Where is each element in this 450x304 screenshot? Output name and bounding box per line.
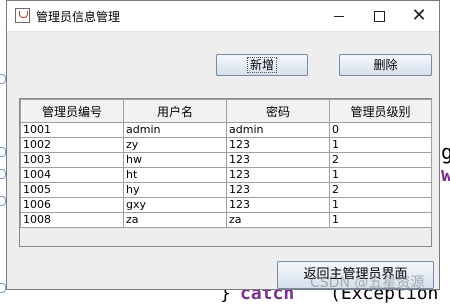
cell-password[interactable]: 123 xyxy=(226,197,330,213)
cell-username[interactable]: gxy xyxy=(123,197,227,213)
cell-username[interactable]: za xyxy=(123,212,227,228)
cell-username[interactable]: hy xyxy=(123,182,227,198)
cell-admin-id[interactable]: 1008 xyxy=(20,212,124,228)
cell-password[interactable]: za xyxy=(226,212,330,228)
window-title: 管理员信息管理 xyxy=(36,10,121,24)
cell-password[interactable]: 123 xyxy=(226,167,330,183)
table-row[interactable]: 1003 hw 123 2 xyxy=(20,152,432,168)
add-button-label: 新增 xyxy=(246,57,277,73)
cell-admin-level[interactable]: 1 xyxy=(329,137,432,153)
cell-admin-level[interactable]: 2 xyxy=(329,182,432,198)
column-header-admin-level[interactable]: 管理员级别 xyxy=(329,99,432,123)
maximize-icon[interactable] xyxy=(359,1,399,31)
close-icon[interactable]: ✕ xyxy=(399,1,439,31)
admin-table: 管理员编号 用户名 密码 管理员级别 1001 admin admin 0 10… xyxy=(20,99,432,228)
cell-admin-level[interactable]: 1 xyxy=(329,197,432,213)
table-header-row: 管理员编号 用户名 密码 管理员级别 xyxy=(20,99,432,123)
cell-password[interactable]: 123 xyxy=(226,182,330,198)
cell-password[interactable]: admin xyxy=(226,122,330,138)
cell-admin-id[interactable]: 1001 xyxy=(20,122,124,138)
cell-username[interactable]: hw xyxy=(123,152,227,168)
minimize-icon[interactable] xyxy=(319,1,359,31)
table-row[interactable]: 1004 ht 123 1 xyxy=(20,167,432,183)
cell-admin-id[interactable]: 1006 xyxy=(20,197,124,213)
table-row[interactable]: 1002 zy 123 1 xyxy=(20,137,432,153)
cell-admin-id[interactable]: 1004 xyxy=(20,167,124,183)
cell-admin-id[interactable]: 1005 xyxy=(20,182,124,198)
background-code-g: g xyxy=(441,140,450,164)
delete-button[interactable]: 删除 xyxy=(339,54,432,76)
table-row[interactable]: 1005 hy 123 2 xyxy=(20,182,432,198)
cell-username[interactable]: ht xyxy=(123,167,227,183)
delete-button-label: 删除 xyxy=(373,58,398,72)
column-header-password[interactable]: 密码 xyxy=(226,99,330,123)
java-cup-icon xyxy=(15,8,30,23)
watermark: CSDN @五星资源 xyxy=(310,275,425,291)
cell-admin-level[interactable]: 1 xyxy=(329,167,432,183)
title-bar[interactable]: 管理员信息管理 ✕ xyxy=(7,1,439,32)
add-button[interactable]: 新增 xyxy=(216,54,308,76)
admin-management-window: 管理员信息管理 ✕ 新增 删除 管理员编号 用户名 密码 管理员级别 1001 … xyxy=(6,0,440,290)
cell-admin-level[interactable]: 0 xyxy=(329,122,432,138)
table-row[interactable]: 1008 za za 1 xyxy=(20,212,432,228)
cell-admin-level[interactable]: 2 xyxy=(329,152,432,168)
table-row[interactable]: 1001 admin admin 0 xyxy=(20,122,432,138)
column-header-admin-id[interactable]: 管理员编号 xyxy=(20,99,124,123)
cell-username[interactable]: admin xyxy=(123,122,227,138)
cell-admin-id[interactable]: 1003 xyxy=(20,152,124,168)
cell-password[interactable]: 123 xyxy=(226,152,330,168)
cell-password[interactable]: 123 xyxy=(226,137,330,153)
table-row[interactable]: 1006 gxy 123 1 xyxy=(20,197,432,213)
cell-username[interactable]: zy xyxy=(123,137,227,153)
admin-table-scrollpane[interactable]: 管理员编号 用户名 密码 管理员级别 1001 admin admin 0 10… xyxy=(19,98,432,247)
cell-admin-id[interactable]: 1002 xyxy=(20,137,124,153)
background-code-w: w xyxy=(441,162,450,186)
cell-admin-level[interactable]: 1 xyxy=(329,212,432,228)
column-header-username[interactable]: 用户名 xyxy=(123,99,227,123)
